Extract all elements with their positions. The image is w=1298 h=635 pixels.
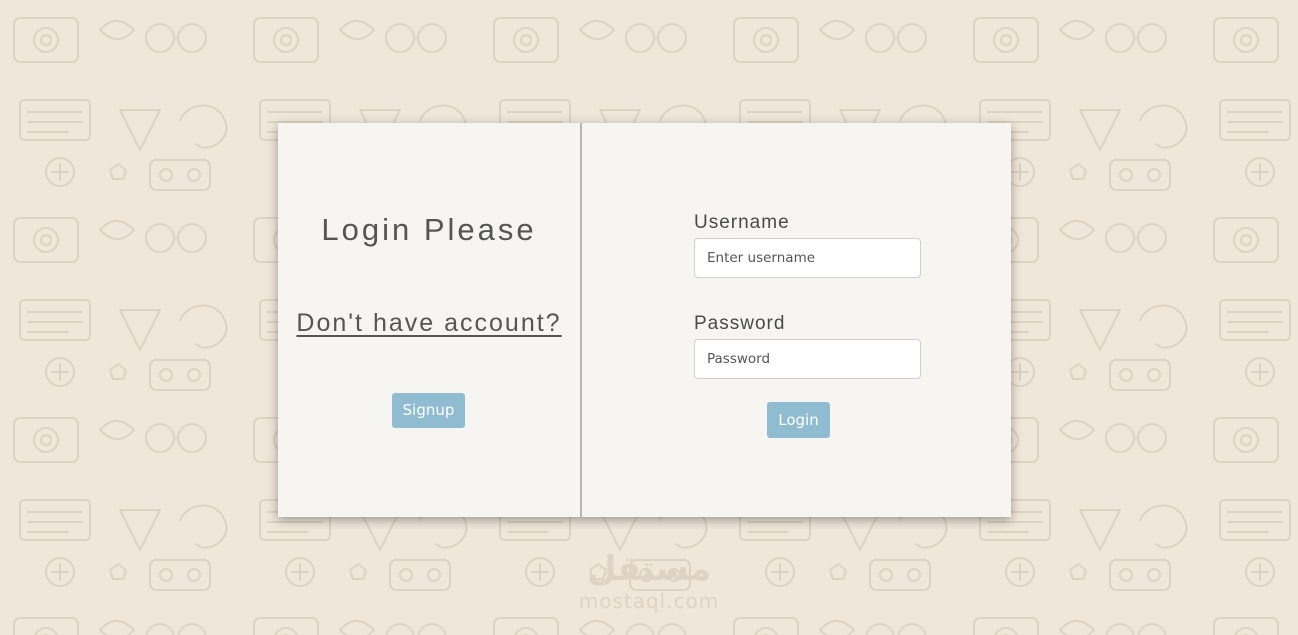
login-card: Login Please Don't have account? Signup …: [278, 123, 1011, 517]
mostaql-watermark: مستقل mostaql.com: [566, 548, 732, 612]
watermark-latin-text: mostaql.com: [578, 589, 720, 613]
signup-button[interactable]: Signup: [392, 393, 465, 428]
username-input[interactable]: [694, 238, 921, 278]
signup-panel: Login Please Don't have account? Signup: [278, 123, 582, 517]
username-label: Username: [694, 212, 790, 233]
watermark-arabic-text: مستقل: [586, 549, 712, 589]
dont-have-account-link[interactable]: Don't have account?: [278, 304, 580, 342]
password-input[interactable]: [694, 339, 921, 379]
login-button[interactable]: Login: [767, 402, 830, 438]
login-form: Username Password Login: [582, 123, 1011, 517]
login-please-heading: Login Please: [321, 212, 537, 247]
password-label: Password: [694, 313, 786, 334]
